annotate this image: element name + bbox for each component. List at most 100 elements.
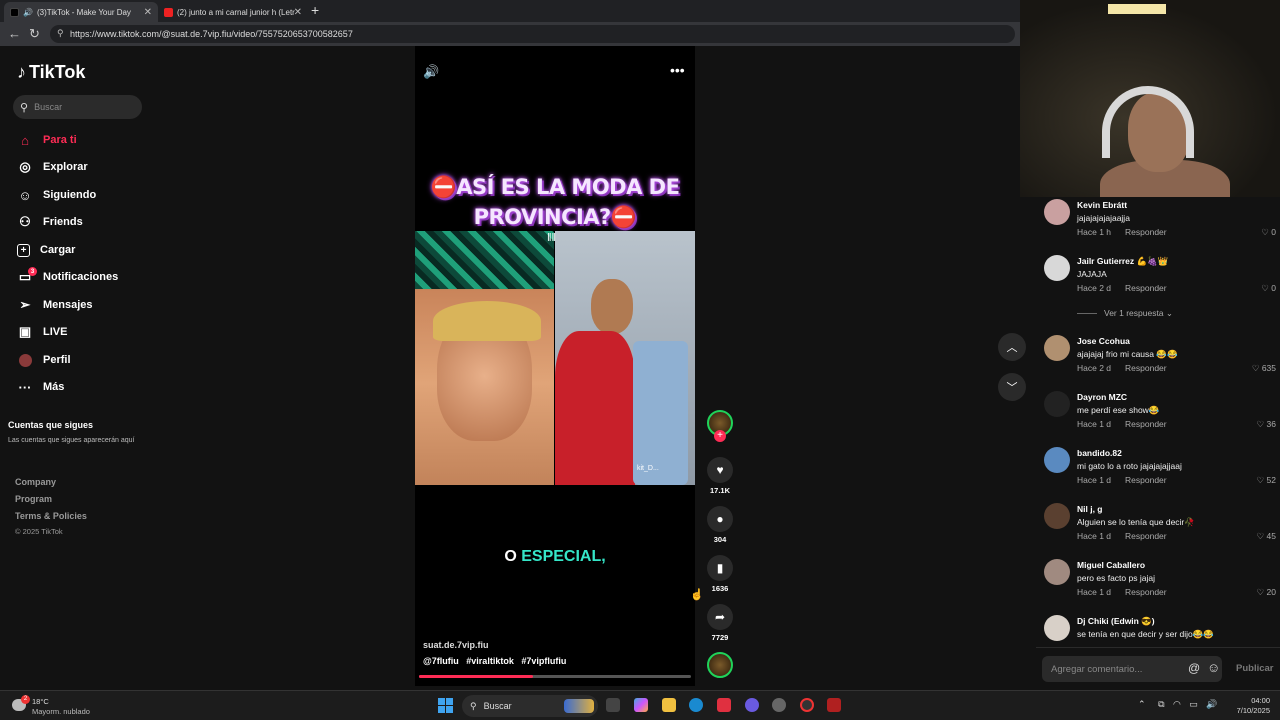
reply-button[interactable]: Responder [1125,587,1167,597]
nav-mas[interactable]: ··· Más [17,377,65,397]
volume-icon[interactable]: 🔊 [1206,699,1217,709]
view-replies-button[interactable]: Ver 1 respuesta ⌄ [1077,308,1173,319]
heart-outline-icon: ♡ [1256,475,1265,485]
music-disc[interactable] [706,652,734,678]
nav-live[interactable]: ▣ LIVE [17,322,68,342]
comment-like-button[interactable]: ♡ 0 [1261,227,1276,238]
copilot-icon[interactable] [634,698,648,712]
comment-author[interactable]: Dj Chiki (Edwin 😎) [1077,616,1155,627]
avatar[interactable] [1044,503,1070,529]
video-right-panel: kit_D... [555,231,695,485]
back-icon[interactable]: ← [8,26,21,41]
taskbar-search[interactable]: ⚲ Buscar [462,695,598,717]
comment-author[interactable]: bandido.82 [1077,448,1122,458]
more-options-icon[interactable]: ••• [670,62,685,78]
reply-button[interactable]: Responder [1125,283,1167,293]
avatar[interactable] [1044,615,1070,641]
nav-explorar[interactable]: ◎ Explorar [17,157,87,177]
share-button[interactable]: ➦ 7729 [706,604,734,642]
nav-perfil[interactable]: Perfil [17,350,71,370]
comment-like-button[interactable]: ♡ 20 [1257,587,1276,598]
search-input[interactable]: ⚲ Buscar [13,95,142,119]
app-icon[interactable] [800,698,814,712]
comment-meta: Hace 1 h Responder [1077,227,1167,237]
hashtag[interactable]: @7flufiu [423,656,459,666]
start-windows-icon[interactable] [438,698,453,713]
tiktok-logo[interactable]: ♪ TikTok [17,62,85,83]
url-field[interactable]: ⚲ https://www.tiktok.com/@suat.de.7vip.f… [50,25,1015,43]
edge-icon[interactable] [689,698,703,712]
webcam-overlay [1020,0,1280,197]
next-video-button[interactable]: ﹀ [998,373,1026,401]
comment-author[interactable]: Nil j, g [1077,504,1103,514]
discord-icon[interactable] [745,698,759,712]
avatar[interactable] [1044,391,1070,417]
avatar[interactable] [1044,199,1070,225]
comment-author[interactable]: Jose Ccohua [1077,336,1130,346]
app-icon[interactable] [827,698,841,712]
nav-mensajes[interactable]: ➢ Mensajes [17,295,93,315]
reply-button[interactable]: Responder [1125,531,1167,541]
author-avatar[interactable]: + [706,410,734,442]
comment-author[interactable]: Kevin Ebrátt [1077,200,1127,210]
site-info-icon[interactable]: ⚲ [57,28,64,39]
comment-like-button[interactable]: ♡ 36 [1257,419,1276,430]
comment-button[interactable]: ● 304 [706,506,734,544]
reply-button[interactable]: Responder [1125,227,1167,237]
video-progress-bar[interactable] [419,675,691,678]
previous-video-button[interactable]: ︿ [998,333,1026,361]
avatar[interactable] [1044,255,1070,281]
comment-like-button[interactable]: ♡ 635 [1252,363,1276,374]
file-explorer-icon[interactable] [662,698,676,712]
video-author[interactable]: suat.de.7vip.fiu [423,640,489,650]
volume-icon[interactable]: 🔊 [423,64,439,80]
comment-author[interactable]: Jailr Gutierrez 💪🍇👑 [1077,256,1168,267]
tab-youtube[interactable]: (2) junto a mi carnal junior h (Letr ✕ [158,2,308,22]
system-tray[interactable]: ⌃ ⧉ ◠ ▭ 🔊 [1138,699,1218,710]
publish-button[interactable]: Publicar [1236,663,1274,674]
avatar[interactable] [1044,335,1070,361]
avatar[interactable] [1044,447,1070,473]
emoji-icon[interactable]: ☺ [1207,660,1220,675]
nav-friends[interactable]: ⚇ Friends [17,212,83,232]
reload-icon[interactable]: ↻ [29,26,40,42]
comment-like-button[interactable]: ♡ 0 [1261,283,1276,294]
wifi-icon[interactable]: ◠ [1173,699,1181,709]
app-icon[interactable] [772,698,786,712]
mention-icon[interactable]: @ [1188,661,1200,675]
task-view-icon[interactable] [606,698,620,712]
avatar[interactable] [1044,559,1070,585]
video-player[interactable]: 🔊 ••• ⛔ASÍ ES LA MODA DE PROVINCIA?⛔ kit… [415,46,695,686]
reply-button[interactable]: Responder [1125,363,1167,373]
reply-button[interactable]: Responder [1125,419,1167,429]
close-icon[interactable]: ✕ [144,7,152,18]
hashtag[interactable]: #7vipflufiu [521,656,566,666]
network-icon[interactable]: ⧉ [1158,699,1164,709]
like-button[interactable]: ♥ 17.1K [706,457,734,495]
nav-notificaciones[interactable]: ▭ 3 Notificaciones [17,267,118,287]
reply-button[interactable]: Responder [1125,475,1167,485]
chevron-up-icon[interactable]: ⌃ [1138,699,1146,709]
view-replies-label: Ver 1 respuesta [1104,308,1164,318]
display-icon[interactable]: ▭ [1189,699,1198,709]
comment-like-button[interactable]: ♡ 45 [1257,531,1276,542]
tab-tiktok[interactable]: 🔊 (3)TikTok - Make Your Day ✕ [4,2,158,22]
comment-author[interactable]: Miguel Caballero [1077,560,1145,570]
footer-link-company[interactable]: Company [15,477,56,487]
app-icon[interactable] [717,698,731,712]
nav-para-ti[interactable]: ⌂ Para ti [17,130,77,150]
nav-siguiendo[interactable]: ☺ Siguiendo [17,185,96,205]
new-tab-button[interactable]: + [311,2,319,18]
nav-cargar[interactable]: + Cargar [17,240,75,260]
footer-link-terms[interactable]: Terms & Policies [15,511,87,521]
follow-plus-icon[interactable]: + [714,430,726,442]
time: 04:00 [1251,696,1270,705]
close-icon[interactable]: ✕ [294,7,302,18]
hashtag[interactable]: #viraltiktok [466,656,514,666]
comment-author[interactable]: Dayron MZC [1077,392,1127,402]
following-subtext: Las cuentas que sigues aparecerán aquí [8,437,135,444]
footer-link-program[interactable]: Program [15,494,52,504]
clock[interactable]: 04:00 7/10/2025 [1228,696,1270,716]
comment-like-button[interactable]: ♡ 52 [1257,475,1276,486]
save-button[interactable]: ▮ 1636 [706,555,734,593]
